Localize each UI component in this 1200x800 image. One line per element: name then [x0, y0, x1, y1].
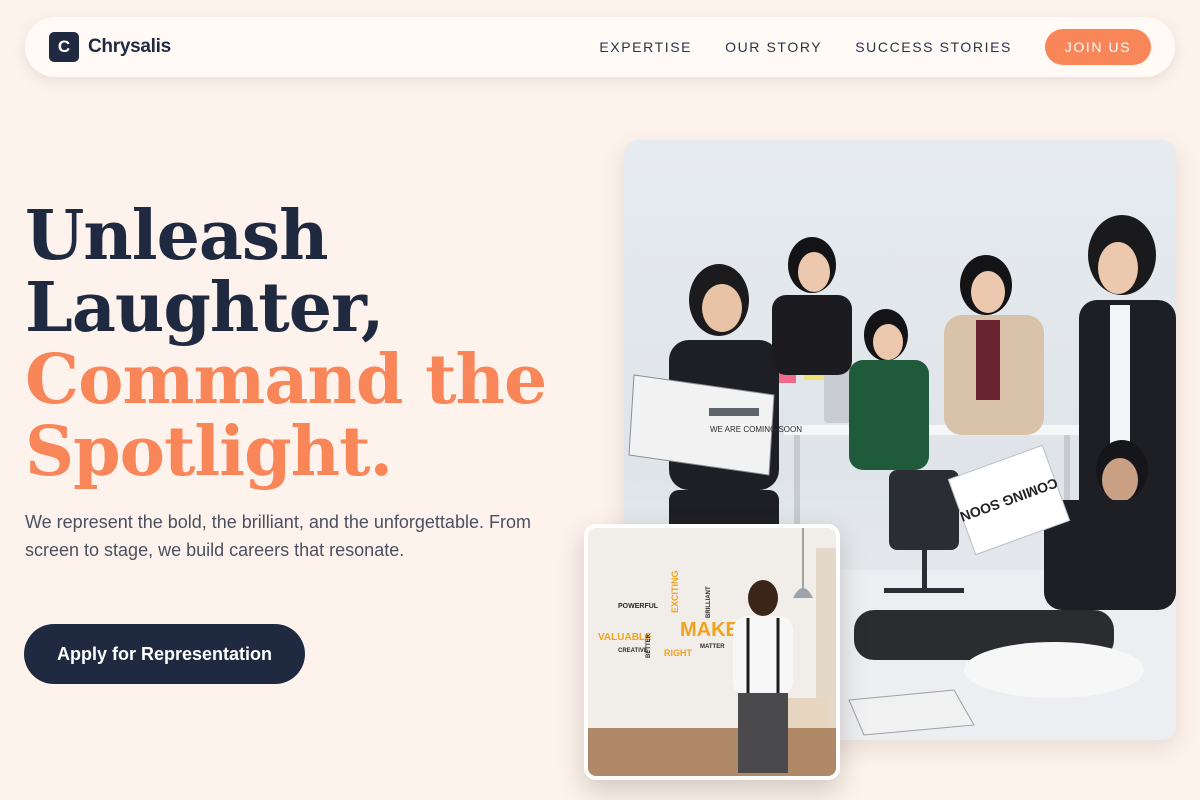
- wall-word-creative: CREATIVE: [618, 648, 648, 654]
- hero-title: Unleash Laughter, Command the Spotlight.: [25, 200, 585, 488]
- nav-link-expertise[interactable]: EXPERTISE: [599, 39, 692, 55]
- wall-word-valuable: VALUABLE: [598, 632, 652, 643]
- join-us-button[interactable]: JOIN US: [1045, 29, 1151, 65]
- top-navbar: C Chrysalis EXPERTISE OUR STORY SUCCESS …: [25, 17, 1175, 77]
- nav-link-our-story[interactable]: OUR STORY: [725, 39, 822, 55]
- office-photo-illustration: MAKE IT POWERFUL VALUABLE EXCITING RIGHT…: [588, 528, 836, 776]
- hero-title-line-1: Unleash: [25, 196, 329, 276]
- brand[interactable]: C Chrysalis: [49, 32, 171, 62]
- wall-word-powerful: POWERFUL: [618, 603, 659, 610]
- hero-title-line-2: Laughter,: [25, 268, 385, 348]
- office-photo: MAKE IT POWERFUL VALUABLE EXCITING RIGHT…: [584, 524, 840, 780]
- nav-links: EXPERTISE OUR STORY SUCCESS STORIES JOIN…: [566, 29, 1151, 65]
- nav-link-success-stories[interactable]: SUCCESS STORIES: [855, 39, 1012, 55]
- brand-name: Chrysalis: [88, 36, 171, 57]
- wall-word-matter: MATTER: [700, 644, 725, 650]
- wall-word-brilliant: BRILLIANT: [706, 586, 712, 618]
- hero-subtitle: We represent the bold, the brilliant, an…: [25, 512, 531, 560]
- hero-title-line-4: Spotlight.: [25, 412, 393, 492]
- wall-word-right: RIGHT: [664, 648, 693, 658]
- wall-word-exciting: EXCITING: [670, 570, 680, 613]
- newspaper-text: WE ARE COMING SOON: [710, 425, 802, 434]
- brand-logo: C: [49, 32, 79, 62]
- apply-for-representation-button[interactable]: Apply for Representation: [24, 624, 305, 684]
- hero-title-line-3: Command the: [25, 340, 547, 420]
- wall-word-better: BETTER: [646, 633, 652, 658]
